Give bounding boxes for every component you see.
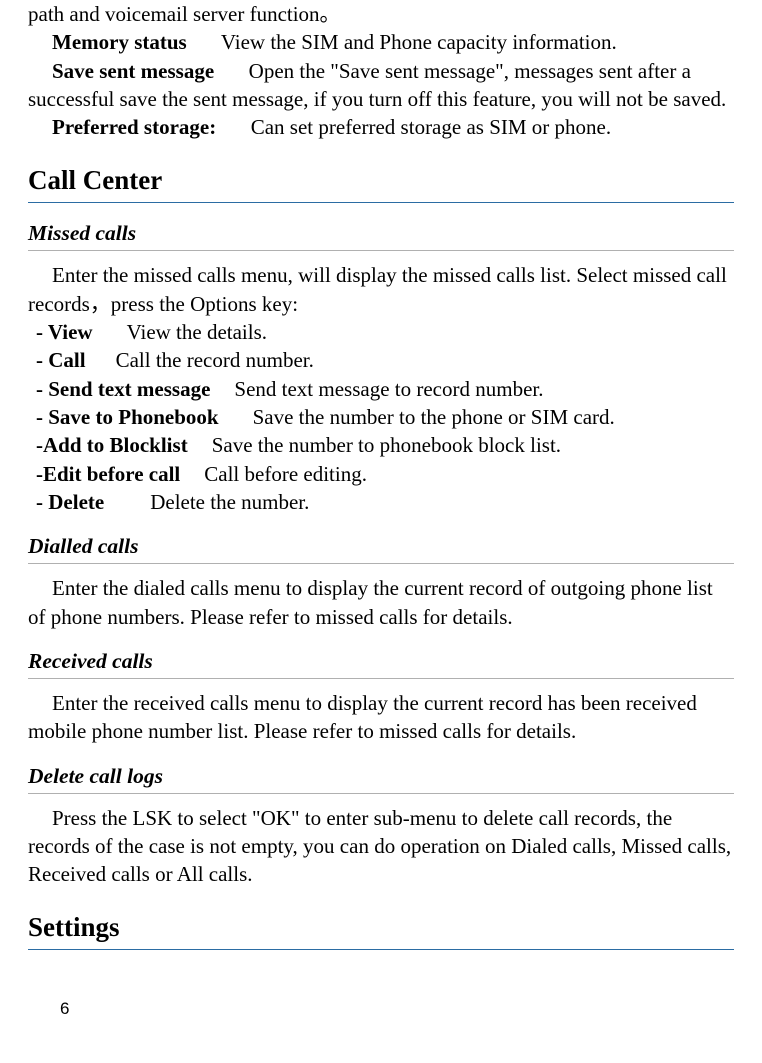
body-text: Save sent message Open the "Save sent me… <box>28 57 734 114</box>
body-text: Preferred storage: Can set preferred sto… <box>28 113 734 141</box>
heading-rule <box>28 202 734 203</box>
list-item: - View View the details. <box>28 318 734 346</box>
option-label: - Call <box>36 348 86 372</box>
list-item: - Send text message Send text message to … <box>28 375 734 403</box>
body-text: Enter the missed calls menu, will displa… <box>28 261 734 318</box>
option-label: -Edit before call <box>36 462 180 486</box>
list-item: - Delete Delete the number. <box>28 488 734 516</box>
option-text: Save the number to phonebook block list. <box>212 433 561 457</box>
list-item: -Edit before call Call before editing. <box>28 460 734 488</box>
body-text: path and voicemail server function。 <box>28 0 734 28</box>
subheading-rule <box>28 678 734 679</box>
heading-missed-calls: Missed calls <box>28 219 734 248</box>
option-text: Send text message to record number. <box>234 377 543 401</box>
body-text: Enter the dialed calls menu to display t… <box>28 574 734 631</box>
body-text: Press the LSK to select "OK" to enter su… <box>28 804 734 889</box>
subheading-rule <box>28 563 734 564</box>
option-text: Save the number to the phone or SIM card… <box>253 405 615 429</box>
list-item: -Add to Blocklist Save the number to phon… <box>28 431 734 459</box>
heading-rule <box>28 949 734 950</box>
label-save-sent: Save sent message <box>52 59 214 83</box>
body-text: Enter the received calls menu to display… <box>28 689 734 746</box>
heading-delete-call-logs: Delete call logs <box>28 762 734 791</box>
list-item: - Save to Phonebook Save the number to th… <box>28 403 734 431</box>
heading-dialled-calls: Dialled calls <box>28 532 734 561</box>
label-memory-status: Memory status <box>52 30 187 54</box>
option-label: - View <box>36 320 93 344</box>
option-label: - Send text message <box>36 377 210 401</box>
option-label: - Delete <box>36 490 104 514</box>
label-preferred-storage: Preferred storage: <box>52 115 216 139</box>
page-number: 6 <box>28 998 734 1031</box>
heading-settings: Settings <box>28 909 734 945</box>
subheading-rule <box>28 793 734 794</box>
text-preferred-storage: Can set preferred storage as SIM or phon… <box>251 115 611 139</box>
option-text: Call before editing. <box>204 462 367 486</box>
subheading-rule <box>28 250 734 251</box>
text-memory-status: View the SIM and Phone capacity informat… <box>221 30 617 54</box>
heading-call-center: Call Center <box>28 162 734 198</box>
option-label: -Add to Blocklist <box>36 433 188 457</box>
option-label: - Save to Phonebook <box>36 405 219 429</box>
option-text: Call the record number. <box>116 348 314 372</box>
list-item: - Call Call the record number. <box>28 346 734 374</box>
body-text: Memory status View the SIM and Phone cap… <box>28 28 734 56</box>
options-list: - View View the details. - Call Call the re… <box>28 318 734 516</box>
option-text: Delete the number. <box>150 490 309 514</box>
option-text: View the details. <box>127 320 267 344</box>
heading-received-calls: Received calls <box>28 647 734 676</box>
